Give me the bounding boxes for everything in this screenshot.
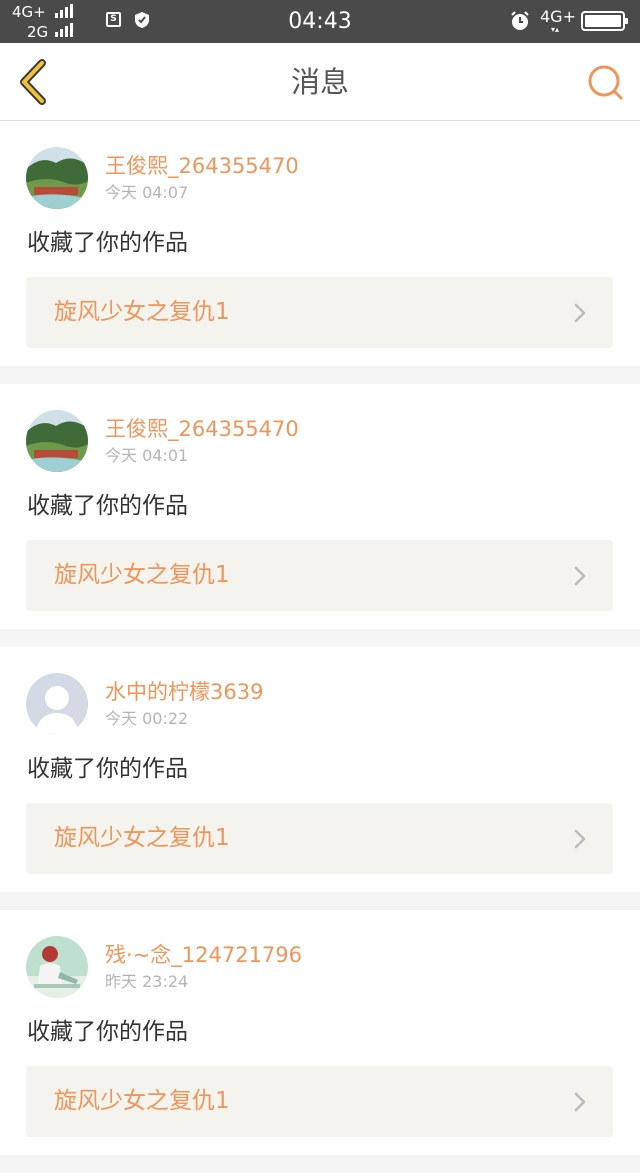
message-time: 昨天 23:24 (105, 972, 189, 991)
action-text: 收藏了你的作品 (27, 230, 188, 256)
work-title: 旋风少女之复仇1 (54, 299, 230, 325)
work-title: 旋风少女之复仇1 (54, 825, 230, 851)
message-card: 残·~念_124721796 昨天 23:24 收藏了你的作品 旋风少女之复仇1 (0, 910, 640, 1155)
message-card: 水中的柠檬3639 今天 00:22 收藏了你的作品 旋风少女之复仇1 (0, 647, 640, 892)
chevron-right-icon (574, 829, 586, 849)
chevron-right-icon (574, 1092, 586, 1112)
data-arrows-icon: ▾▴ (551, 25, 560, 34)
alarm-icon (511, 11, 529, 30)
action-text: 收藏了你的作品 (27, 1019, 188, 1045)
avatar[interactable] (26, 147, 88, 209)
work-title: 旋风少女之复仇1 (54, 562, 230, 588)
work-link[interactable]: 旋风少女之复仇1 (26, 803, 613, 874)
message-time: 今天 04:01 (105, 446, 189, 465)
action-text: 收藏了你的作品 (27, 756, 188, 782)
chevron-right-icon (574, 566, 586, 586)
landscape-photo-avatar (26, 147, 88, 209)
avatar[interactable] (26, 673, 88, 735)
search-button[interactable] (584, 63, 626, 103)
chevron-left-icon (20, 59, 46, 105)
work-link[interactable]: 旋风少女之复仇1 (26, 1066, 613, 1137)
message-time: 今天 04:07 (105, 183, 189, 202)
back-button[interactable] (14, 57, 54, 107)
status-bar: 4G+ 2G S 04:43 4G+ ▾▴ (0, 0, 640, 43)
person-photo-avatar (26, 936, 88, 998)
search-icon (588, 65, 623, 100)
avatar[interactable] (26, 936, 88, 998)
message-card: 王俊熙_264355470 今天 04:01 收藏了你的作品 旋风少女之复仇1 (0, 384, 640, 629)
action-text: 收藏了你的作品 (27, 493, 188, 519)
username-link[interactable]: 王俊熙_264355470 (105, 416, 299, 442)
landscape-photo-avatar (26, 410, 88, 472)
username-link[interactable]: 王俊熙_264355470 (105, 153, 299, 179)
message-list: 王俊熙_264355470 今天 04:07 收藏了你的作品 旋风少女之复仇1 … (0, 121, 640, 1173)
network-type-right: 4G+ (540, 7, 576, 26)
username-link[interactable]: 残·~念_124721796 (105, 942, 302, 968)
chevron-right-icon (574, 303, 586, 323)
message-card: 王俊熙_264355470 今天 04:07 收藏了你的作品 旋风少女之复仇1 (0, 121, 640, 366)
work-link[interactable]: 旋风少女之复仇1 (26, 277, 613, 348)
nav-bar: 消息 (0, 43, 640, 121)
message-time: 今天 00:22 (105, 709, 189, 728)
work-title: 旋风少女之复仇1 (54, 1088, 230, 1114)
page-title: 消息 (290, 65, 349, 99)
work-link[interactable]: 旋风少女之复仇1 (26, 540, 613, 611)
username-link[interactable]: 水中的柠檬3639 (105, 679, 263, 705)
avatar[interactable] (26, 410, 88, 472)
default-user-icon (26, 673, 88, 735)
battery-icon (581, 11, 628, 31)
